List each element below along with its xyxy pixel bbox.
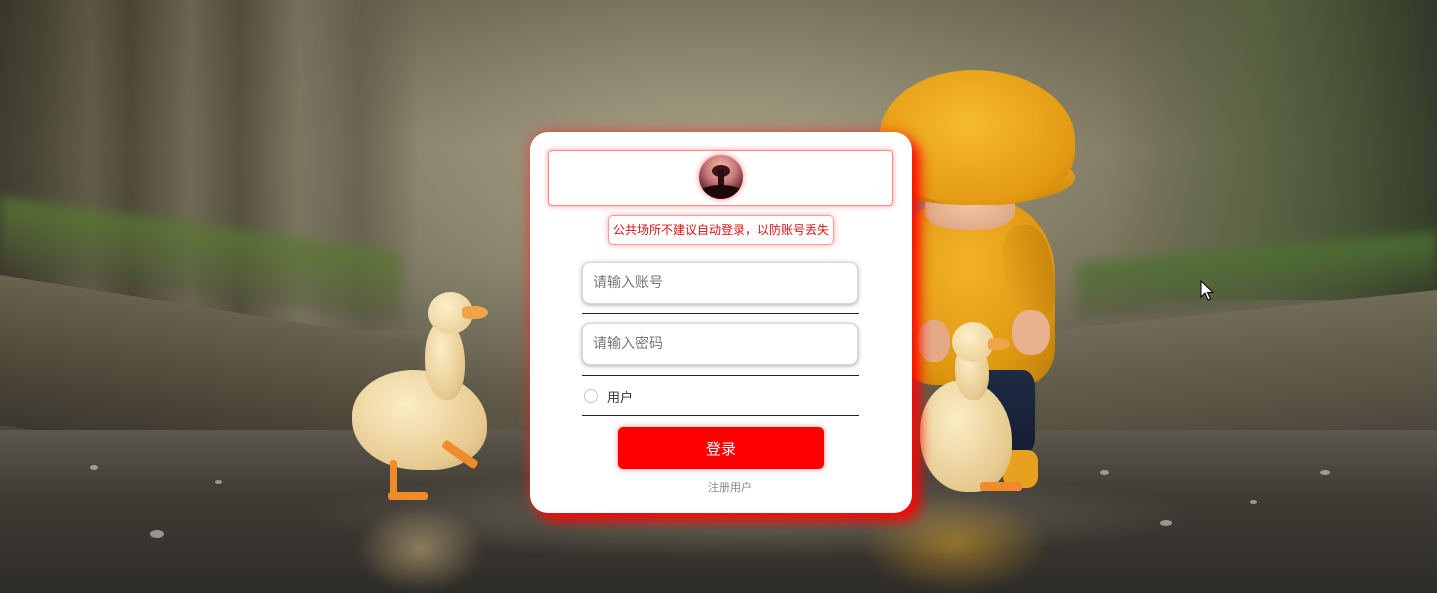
duck-foot	[388, 492, 428, 500]
login-button[interactable]: 登录	[618, 427, 824, 469]
password-input[interactable]	[582, 323, 858, 365]
role-label: 用户	[607, 390, 634, 406]
divider	[582, 415, 859, 416]
login-card: 公共场所不建议自动登录，以防账号丢失 用户 登录 注册用户	[530, 132, 912, 513]
child-hand	[918, 320, 950, 362]
water-droplet	[90, 465, 98, 470]
auto-login-warning: 公共场所不建议自动登录，以防账号丢失	[608, 215, 834, 245]
water-droplet	[1160, 520, 1172, 526]
background-photo: 公共场所不建议自动登录，以防账号丢失 用户 登录 注册用户	[0, 0, 1437, 593]
account-input[interactable]	[582, 262, 858, 304]
mouse-pointer-icon	[1200, 280, 1214, 301]
child-hand	[1012, 310, 1050, 355]
water-droplet	[215, 480, 222, 484]
register-link[interactable]: 注册用户	[700, 479, 760, 495]
water-droplet	[1100, 470, 1109, 475]
water-droplet	[1320, 470, 1330, 475]
duck-foot	[980, 482, 1022, 491]
user-role-radio[interactable]	[584, 389, 598, 403]
hill-silhouette	[699, 185, 743, 199]
duck-beak	[988, 338, 1010, 350]
water-droplet	[150, 530, 164, 538]
logo-bar	[548, 150, 893, 206]
duck-reflection	[355, 505, 485, 593]
role-option-user[interactable]: 用户	[584, 386, 633, 406]
duck-beak	[462, 306, 488, 319]
divider	[582, 313, 859, 314]
water-droplet	[1250, 500, 1257, 504]
divider	[582, 375, 859, 376]
avatar-icon	[699, 155, 743, 199]
